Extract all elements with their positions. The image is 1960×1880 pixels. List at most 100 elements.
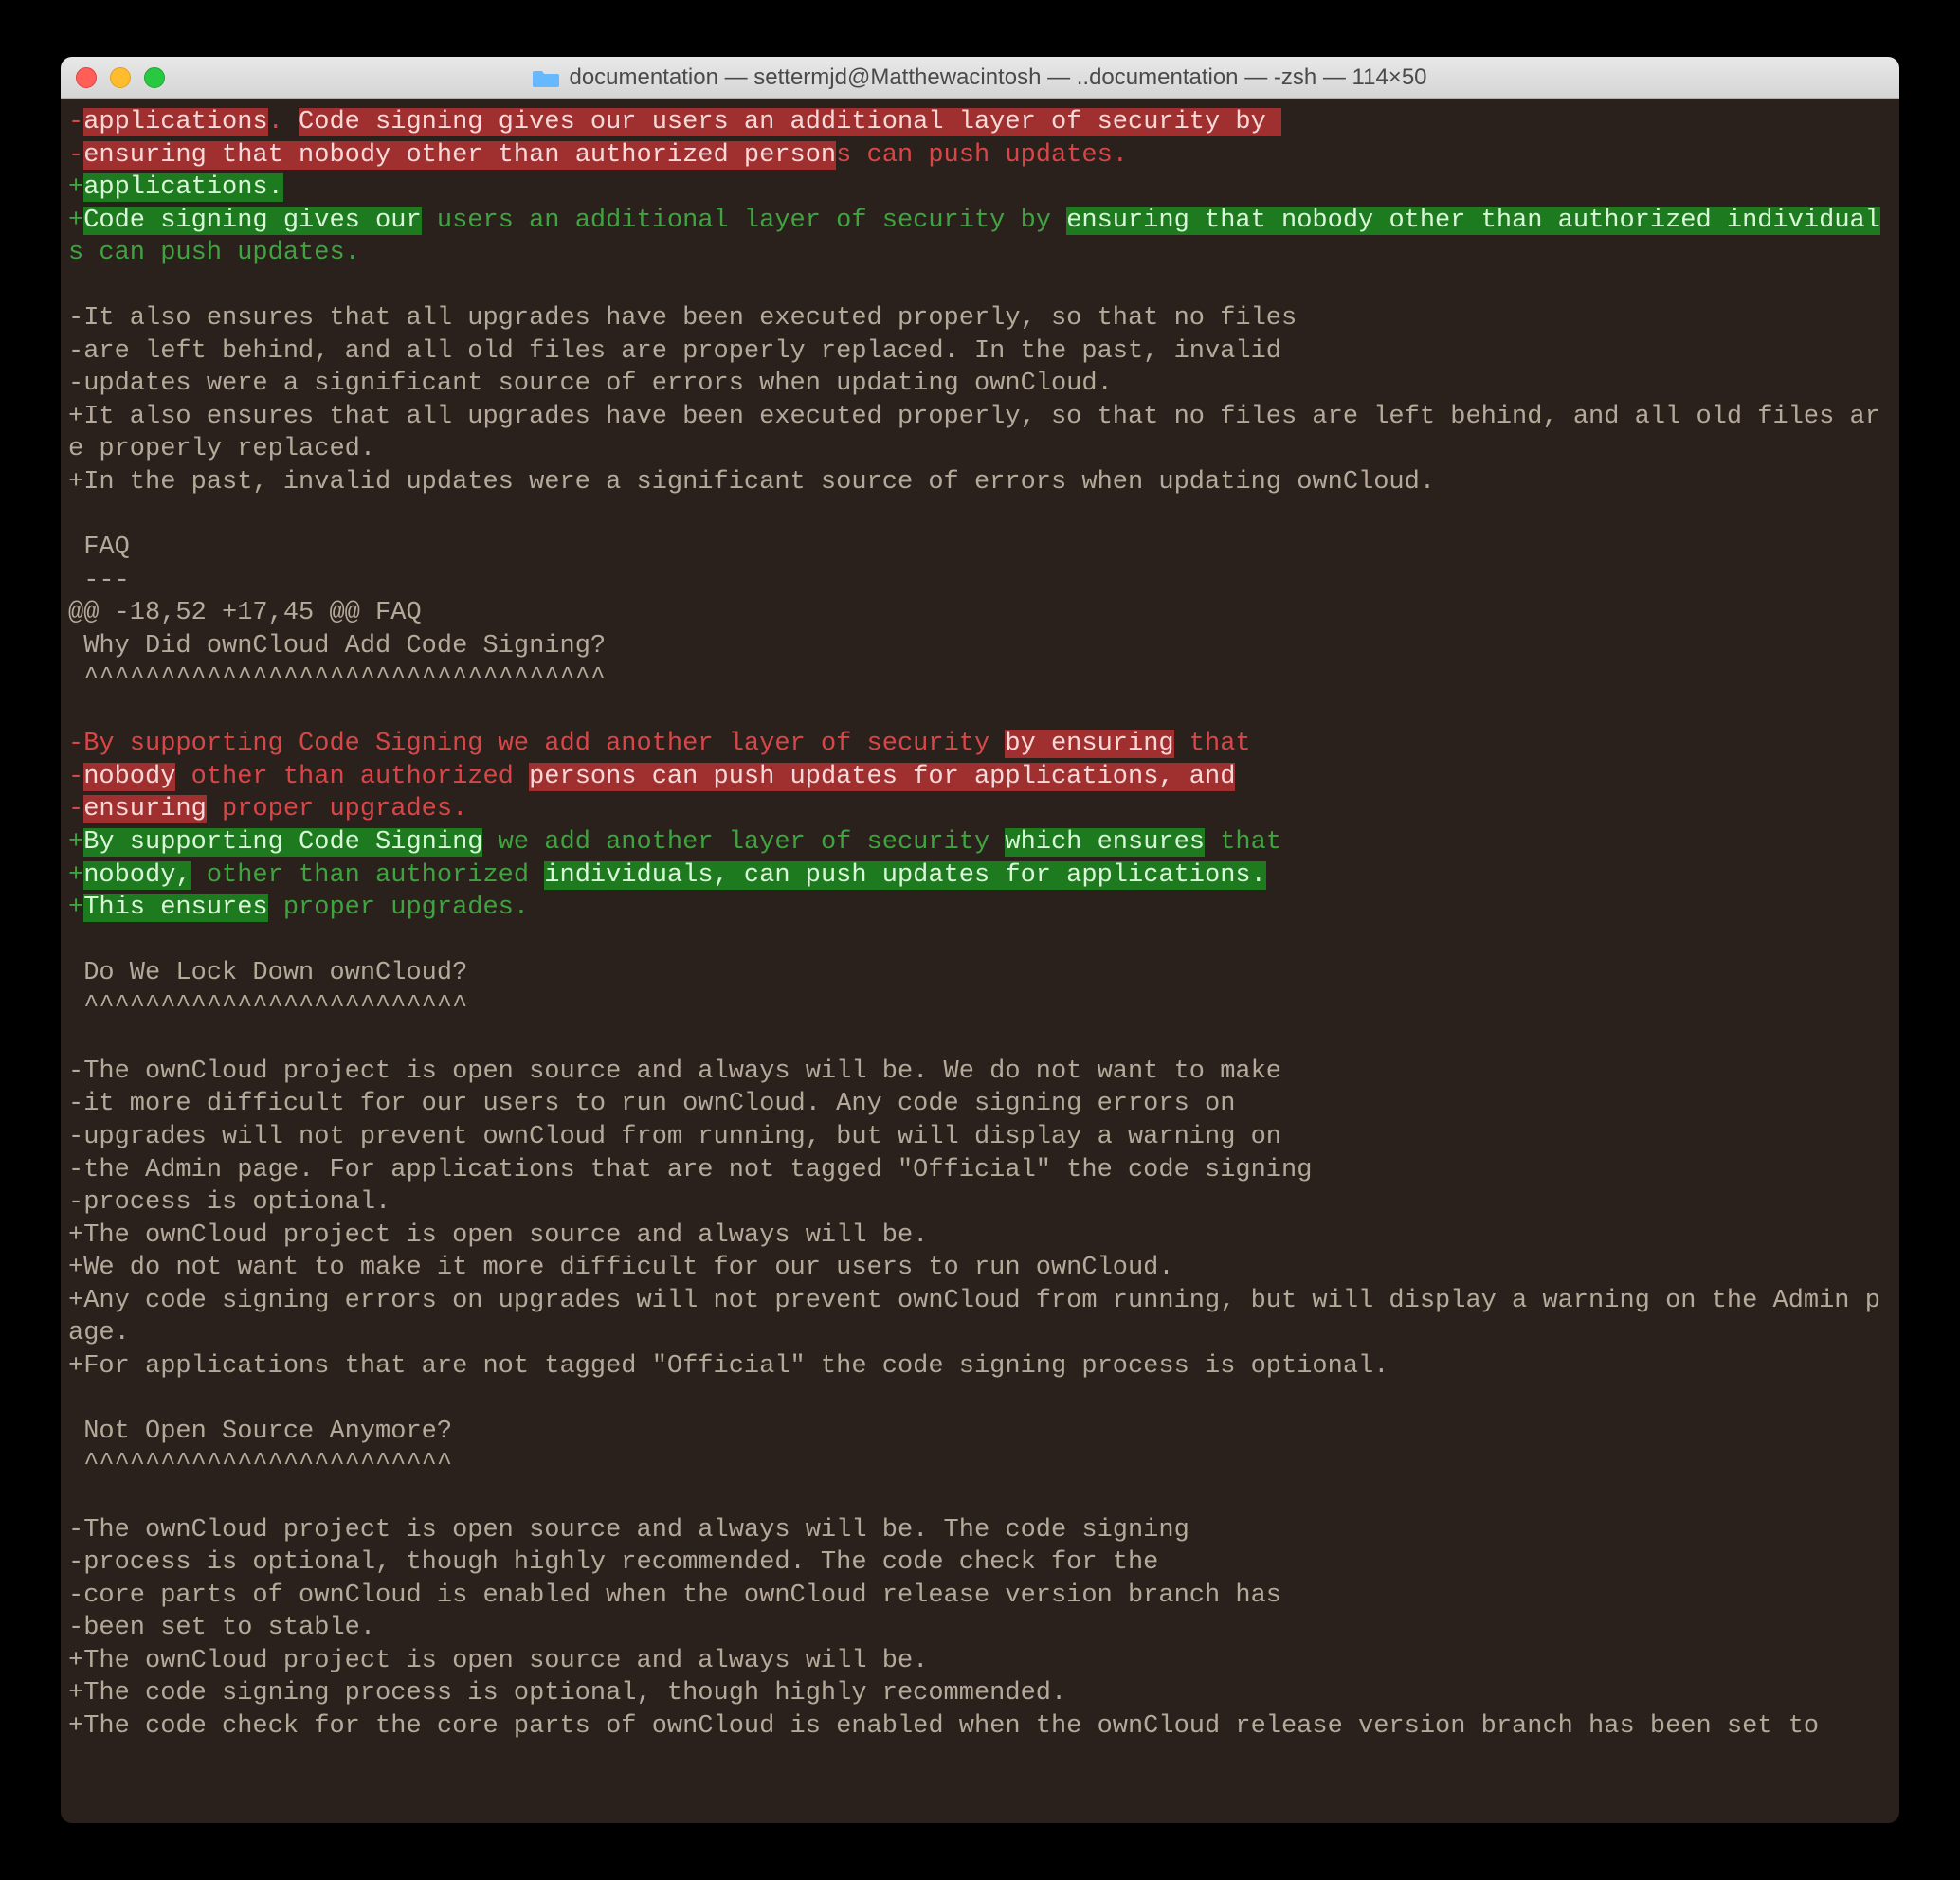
diff-segment: - [68, 730, 83, 758]
diff-line: -The ownCloud project is open source and… [68, 1514, 1892, 1547]
diff-line: ^^^^^^^^^^^^^^^^^^^^^^^^^ [68, 990, 1892, 1023]
diff-line: -nobody other than authorized persons ca… [68, 761, 1892, 794]
diff-segment: we add another layer of security [482, 730, 1005, 758]
maximize-icon[interactable] [144, 67, 165, 88]
diff-segment [68, 1384, 83, 1413]
diff-line: Do We Lock Down ownCloud? [68, 957, 1892, 990]
diff-line: +The ownCloud project is open source and… [68, 1645, 1892, 1678]
diff-segment: Do We Lock Down ownCloud? [68, 959, 467, 987]
diff-line [68, 1481, 1892, 1514]
diff-segment: This ensures [83, 894, 267, 922]
diff-line: +applications. [68, 172, 1892, 205]
diff-line: +By supporting Code Signing we add anoth… [68, 826, 1892, 859]
diff-line [68, 1383, 1892, 1416]
diff-segment: Not Open Source Anymore? [68, 1418, 452, 1446]
diff-line: +Any code signing errors on upgrades wil… [68, 1285, 1892, 1350]
diff-segment: + [68, 861, 83, 890]
diff-segment [68, 1483, 83, 1511]
diff-segment: +The ownCloud project is open source and… [68, 1647, 928, 1675]
diff-line: +Code signing gives our users an additio… [68, 205, 1892, 270]
diff-segment: individuals, can push updates for applic… [544, 861, 1266, 890]
diff-segment: +In the past, invalid updates were a sig… [68, 468, 1435, 497]
diff-line: +It also ensures that all upgrades have … [68, 401, 1892, 466]
diff-segment: proper upgrades. [207, 795, 467, 823]
diff-line [68, 925, 1892, 958]
diff-line [68, 270, 1892, 303]
diff-line: -The ownCloud project is open source and… [68, 1056, 1892, 1089]
diff-segment: +Any code signing errors on upgrades wil… [68, 1287, 1880, 1348]
diff-line: -process is optional. [68, 1186, 1892, 1220]
minimize-icon[interactable] [110, 67, 131, 88]
diff-segment: Code signing gives our [83, 207, 421, 235]
diff-segment: users an additional layer of security by [422, 207, 1067, 235]
diff-line: -updates were a significant source of er… [68, 368, 1892, 401]
diff-segment: that [1174, 730, 1251, 758]
diff-line: +In the past, invalid updates were a sig… [68, 466, 1892, 499]
diff-segment: + [68, 894, 83, 922]
diff-segment: By supporting Code Signing [83, 730, 482, 758]
diff-segment: s can push updates. [836, 141, 1128, 170]
diff-segment: @@ -18,52 +17,45 @@ FAQ [68, 599, 422, 627]
diff-line: +This ensures proper upgrades. [68, 892, 1892, 925]
diff-segment: applications. [83, 173, 283, 202]
diff-line: -ensuring proper upgrades. [68, 793, 1892, 826]
diff-segment: +For applications that are not tagged "O… [68, 1352, 1388, 1381]
diff-segment: -The ownCloud project is open source and… [68, 1516, 1189, 1545]
diff-segment: nobody, [83, 861, 191, 890]
diff-line: ^^^^^^^^^^^^^^^^^^^^^^^^ [68, 1448, 1892, 1481]
diff-line [68, 499, 1892, 533]
diff-line: +The code check for the core parts of ow… [68, 1710, 1892, 1744]
diff-line: -core parts of ownCloud is enabled when … [68, 1580, 1892, 1613]
diff-segment: -process is optional, though highly reco… [68, 1548, 1158, 1577]
window-title-wrap: documentation — settermjd@Matthewacintos… [74, 64, 1886, 91]
diff-line: -It also ensures that all upgrades have … [68, 302, 1892, 335]
traffic-lights [76, 67, 165, 88]
diff-line: +The code signing process is optional, t… [68, 1677, 1892, 1710]
diff-line: ^^^^^^^^^^^^^^^^^^^^^^^^^^^^^^^^^^ [68, 662, 1892, 696]
folder-icon [533, 67, 559, 88]
diff-line [68, 1022, 1892, 1056]
diff-line: -been set to stable. [68, 1612, 1892, 1645]
diff-segment [68, 1024, 83, 1053]
diff-segment: --- [68, 567, 130, 595]
diff-segment: Why Did ownCloud Add Code Signing? [68, 632, 606, 660]
diff-segment: -core parts of ownCloud is enabled when … [68, 1582, 1281, 1610]
diff-segment: - [68, 795, 83, 823]
diff-segment [68, 927, 83, 955]
diff-segment: s can push updates. [68, 239, 360, 267]
diff-segment: by ensuring [1005, 730, 1173, 758]
diff-line: -upgrades will not prevent ownCloud from… [68, 1121, 1892, 1154]
diff-segment: -The ownCloud project is open source and… [68, 1058, 1281, 1086]
diff-segment [68, 272, 83, 300]
diff-segment: applications [83, 108, 267, 136]
diff-line: -the Admin page. For applications that a… [68, 1154, 1892, 1187]
diff-line: FAQ [68, 532, 1892, 565]
diff-segment: ^^^^^^^^^^^^^^^^^^^^^^^^^ [68, 992, 467, 1021]
diff-segment: -it more difficult for our users to run … [68, 1090, 1235, 1118]
diff-line: Why Did ownCloud Add Code Signing? [68, 630, 1892, 663]
diff-segment: +We do not want to make it more difficul… [68, 1254, 1174, 1282]
diff-line: @@ -18,52 +17,45 @@ FAQ [68, 597, 1892, 630]
diff-segment: ensuring that nobody other than authoriz… [1066, 207, 1880, 235]
diff-line: +nobody, other than authorized individua… [68, 859, 1892, 893]
diff-segment: ^^^^^^^^^^^^^^^^^^^^^^^^^^^^^^^^^^ [68, 664, 606, 693]
diff-segment: Code signing gives our users an addition… [299, 108, 1281, 136]
diff-segment: -are left behind, and all old files are … [68, 337, 1281, 366]
terminal-body[interactable]: - applications. Code signing gives our us… [61, 99, 1899, 1823]
diff-line: -ensuring that nobody other than authori… [68, 139, 1892, 172]
diff-segment: - [68, 763, 83, 791]
diff-line: --- [68, 565, 1892, 598]
diff-segment: that [1205, 828, 1281, 857]
diff-line: -are left behind, and all old files are … [68, 335, 1892, 369]
titlebar[interactable]: documentation — settermjd@Matthewacintos… [61, 57, 1899, 99]
diff-segment: ensuring [83, 795, 207, 823]
diff-segment: . [268, 108, 299, 136]
terminal-window: documentation — settermjd@Matthewacintos… [61, 57, 1899, 1823]
diff-segment: + [68, 207, 83, 235]
diff-line: -applications. Code signing gives our us… [68, 106, 1892, 139]
diff-line [68, 696, 1892, 729]
diff-segment: +It also ensures that all upgrades have … [68, 403, 1880, 464]
diff-segment: -upgrades will not prevent ownCloud from… [68, 1123, 1281, 1151]
diff-segment: other than authorized [191, 861, 545, 890]
close-icon[interactable] [76, 67, 97, 88]
